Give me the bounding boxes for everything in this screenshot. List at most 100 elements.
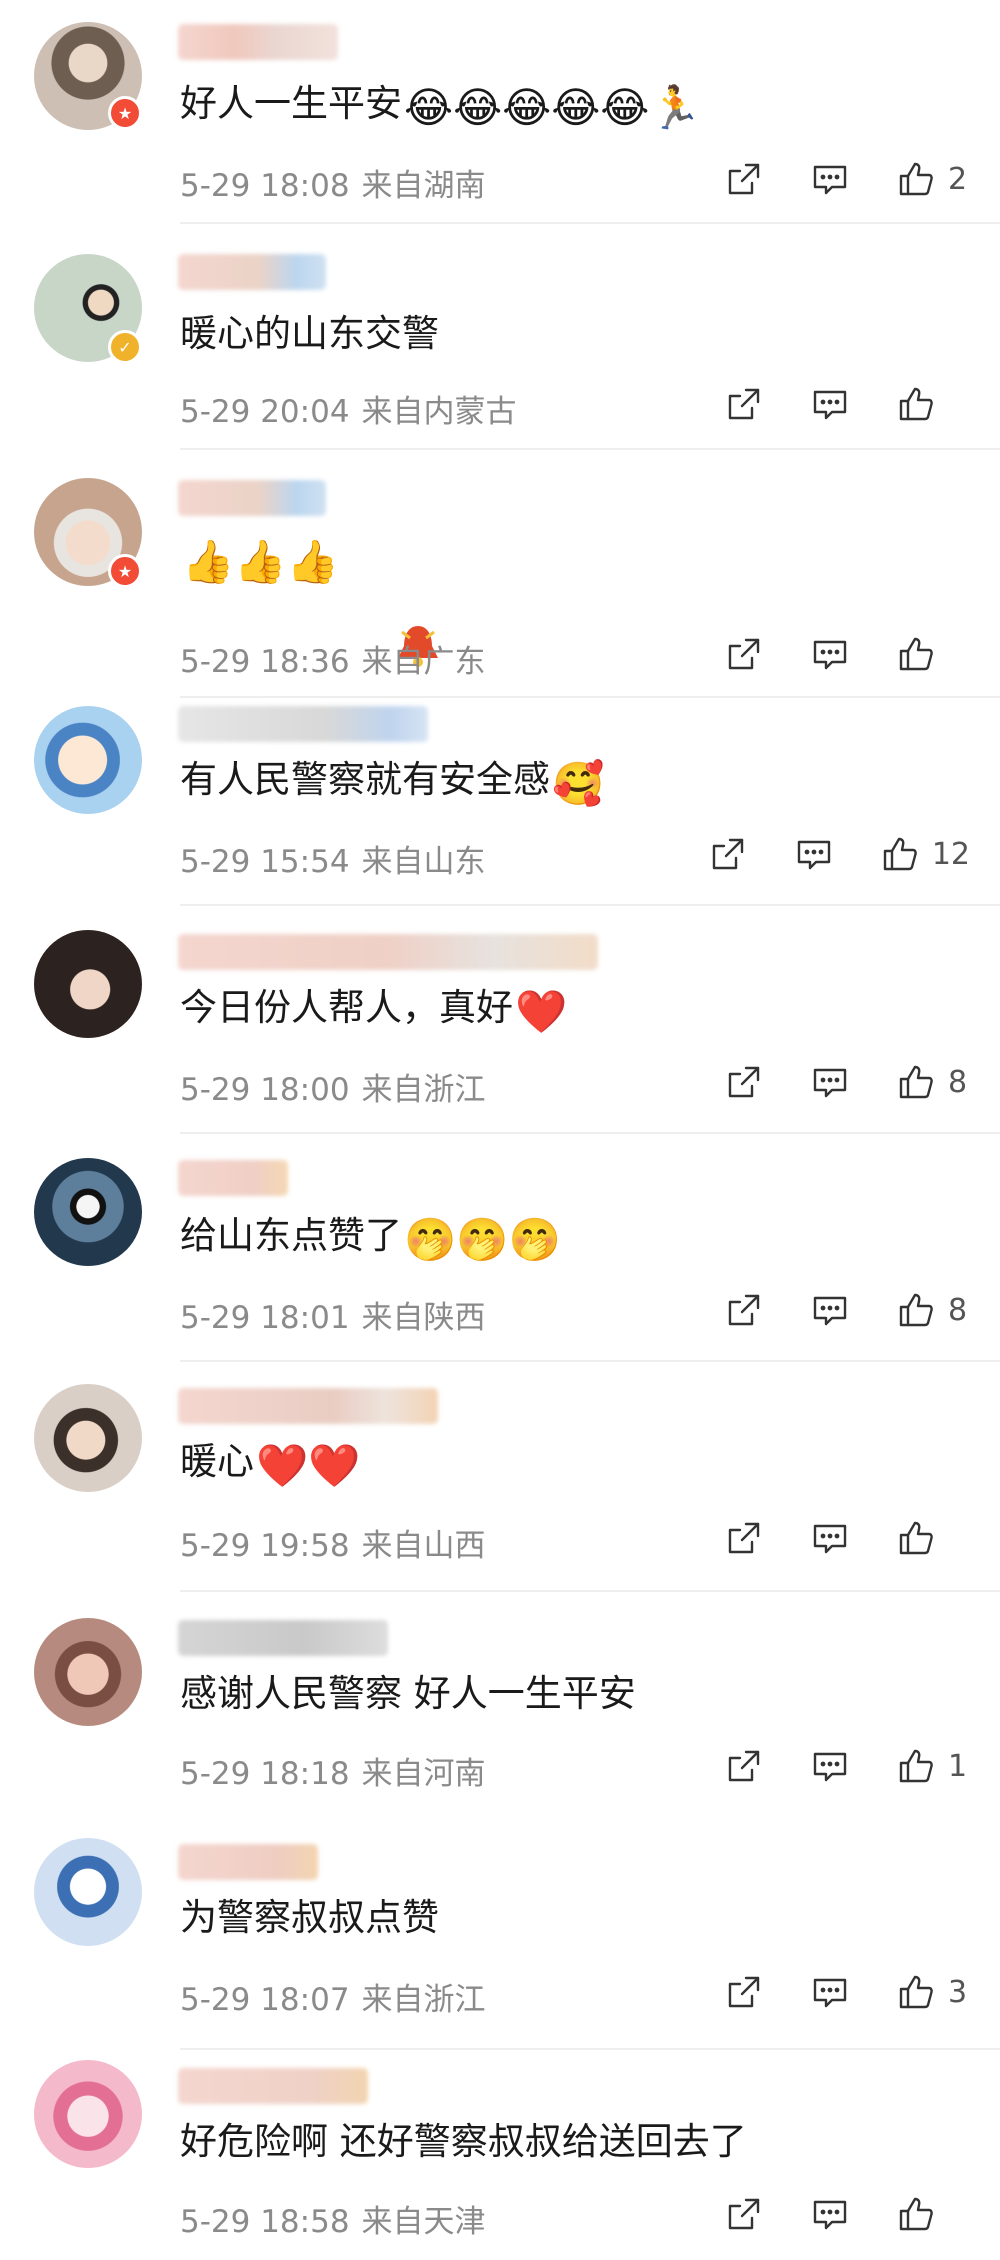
share-icon[interactable] (722, 1516, 766, 1560)
blurred-username[interactable] (178, 1620, 388, 1656)
blurred-username[interactable] (178, 254, 326, 290)
comment-icon[interactable] (808, 382, 852, 426)
comment-icon[interactable] (808, 1744, 852, 1788)
blurred-username[interactable] (178, 1388, 438, 1424)
divider (180, 1590, 1000, 1592)
comment-meta: 5-29 20:04 来自内蒙古 (180, 386, 517, 431)
blurred-username[interactable] (178, 2068, 368, 2104)
divider (180, 696, 1000, 698)
comment-icon[interactable] (808, 1288, 852, 1332)
comment-location: 来自山东 (361, 844, 486, 880)
share-icon[interactable] (722, 1288, 766, 1332)
avatar[interactable] (34, 1158, 142, 1266)
thumbs-up-icon[interactable] (894, 382, 938, 426)
blurred-username[interactable] (178, 480, 326, 516)
comment-time: 5-29 18:00 (180, 1072, 350, 1108)
share-icon[interactable] (722, 382, 766, 426)
share-icon[interactable] (722, 1744, 766, 1788)
comment-icon[interactable] (792, 832, 836, 876)
blurred-username[interactable] (178, 1160, 288, 1196)
comment-meta: 5-29 18:00 来自浙江 (180, 1064, 486, 1109)
comment-actions: 12 (664, 832, 970, 876)
blurred-username[interactable] (178, 706, 428, 742)
comment-text: 好人一生平安😂😂😂😂😂🏃 (180, 82, 702, 132)
comment-time: 5-29 18:08 (180, 168, 350, 204)
thumbs-up-icon[interactable] (894, 2192, 938, 2236)
comment-icon[interactable] (808, 157, 852, 201)
comment-actions (680, 382, 970, 426)
share-icon[interactable] (722, 2192, 766, 2236)
comment-actions (680, 632, 970, 676)
comment-time: 5-29 18:18 (180, 1756, 350, 1792)
comment-meta: 5-29 18:08 来自湖南 (180, 160, 486, 205)
divider (180, 448, 1000, 450)
comment-actions: 1 (680, 1744, 970, 1788)
divider (180, 2048, 1000, 2050)
avatar[interactable] (34, 1384, 142, 1492)
comment-time: 5-29 18:58 (180, 2204, 350, 2240)
comment-actions: 8 (680, 1060, 970, 1104)
comment-time: 5-29 18:01 (180, 1300, 350, 1336)
blurred-username[interactable] (178, 934, 598, 970)
avatar[interactable] (34, 1618, 142, 1726)
share-icon[interactable] (722, 632, 766, 676)
avatar[interactable] (34, 2060, 142, 2168)
verified-badge-icon: ✓ (108, 330, 142, 364)
share-icon[interactable] (722, 1060, 766, 1104)
divider (180, 222, 1000, 224)
avatar[interactable] (34, 930, 142, 1038)
comment-actions: 3 (680, 1970, 970, 2014)
comment-icon[interactable] (808, 1060, 852, 1104)
like-count: 8 (948, 1064, 968, 1100)
comment-icon[interactable] (808, 2192, 852, 2236)
comment-time: 5-29 15:54 (180, 844, 350, 880)
thumbs-up-icon[interactable] (894, 632, 938, 676)
comment-icon[interactable] (808, 1516, 852, 1560)
like-count: 3 (948, 1974, 968, 2010)
comment-meta: 5-29 18:01 来自陕西 (180, 1292, 486, 1337)
thumbs-up-icon[interactable] (878, 832, 922, 876)
comment-meta: 5-29 19:58 来自山西 (180, 1520, 486, 1565)
comment-location: 来自陕西 (361, 1300, 486, 1336)
divider (180, 1360, 1000, 1362)
comment-icon[interactable] (808, 632, 852, 676)
divider (180, 904, 1000, 906)
thumbs-up-icon[interactable] (894, 1970, 938, 2014)
thumbs-up-icon[interactable] (894, 1288, 938, 1332)
comment-text: 为警察叔叔点赞 (180, 1896, 439, 1939)
comment-text: 👍👍👍 (180, 532, 339, 588)
comment-time: 5-29 18:07 (180, 1982, 350, 2018)
verified-badge-icon: ★ (108, 96, 142, 130)
comment-text: 感谢人民警察 好人一生平安 (180, 1672, 636, 1715)
emoji-sequence: ❤️❤️ (256, 1441, 361, 1490)
thumbs-up-icon[interactable] (894, 1744, 938, 1788)
comment-meta: 5-29 18:18 来自河南 (180, 1748, 486, 1793)
comment-text: 好危险啊 还好警察叔叔给送回去了 (180, 2120, 747, 2163)
emoji-sequence: 👍👍👍 (182, 537, 339, 586)
comment-time: 5-29 18:36 (180, 644, 350, 680)
blurred-username[interactable] (178, 24, 338, 60)
thumbs-up-icon[interactable] (894, 1060, 938, 1104)
comment-text: 今日份人帮人，真好❤️ (180, 986, 568, 1036)
comment-location: 来自河南 (361, 1756, 486, 1792)
comment-meta: 5-29 18:36 来自广东 (180, 636, 486, 681)
comment-actions (680, 1516, 970, 1560)
share-icon[interactable] (722, 157, 766, 201)
comment-location: 来自内蒙古 (361, 394, 517, 430)
share-icon[interactable] (706, 832, 750, 876)
blurred-username[interactable] (178, 1844, 318, 1880)
comment-icon[interactable] (808, 1970, 852, 2014)
comment-text: 暖心的山东交警 (180, 312, 439, 355)
comment-location: 来自浙江 (361, 1072, 486, 1108)
avatar[interactable] (34, 706, 142, 814)
comment-text: 有人民警察就有安全感🥰 (180, 758, 605, 808)
like-count: 1 (948, 1748, 968, 1784)
comment-actions (680, 2192, 970, 2236)
thumbs-up-icon[interactable] (894, 157, 938, 201)
emoji-sequence: 😂😂😂😂😂🏃 (404, 83, 702, 132)
comment-location: 来自广东 (361, 644, 486, 680)
thumbs-up-icon[interactable] (894, 1516, 938, 1560)
like-count: 12 (931, 836, 970, 872)
avatar[interactable] (34, 1838, 142, 1946)
share-icon[interactable] (722, 1970, 766, 2014)
